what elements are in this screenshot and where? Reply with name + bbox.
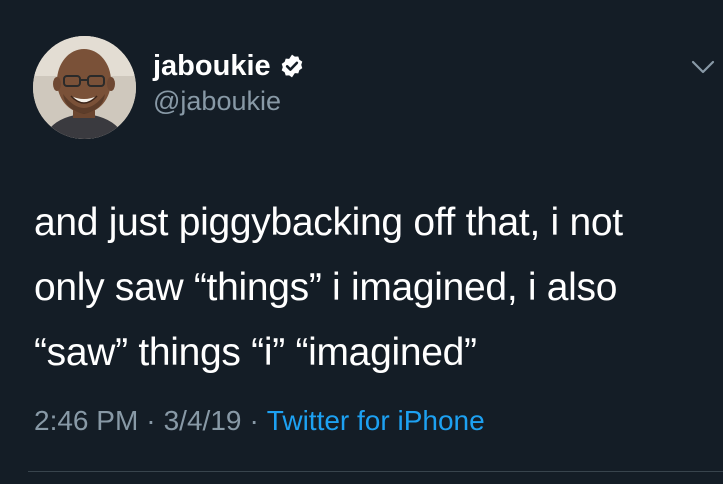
tweet-text: and just piggybacking off that, i not on… bbox=[34, 201, 623, 374]
display-name[interactable]: jaboukie bbox=[153, 50, 271, 83]
avatar-photo bbox=[33, 36, 136, 139]
chevron-down-icon[interactable] bbox=[690, 58, 716, 76]
meta-separator: · bbox=[146, 405, 156, 436]
author-handle[interactable]: @jaboukie bbox=[153, 86, 281, 117]
tweet-meta: 2:46 PM · 3/4/19 · Twitter for iPhone bbox=[34, 405, 485, 437]
tweet: jaboukie @jaboukie and just piggybacking… bbox=[0, 0, 723, 484]
divider bbox=[28, 471, 723, 472]
avatar[interactable] bbox=[33, 36, 136, 139]
verified-badge-icon bbox=[279, 53, 305, 79]
author-name-row[interactable]: jaboukie bbox=[153, 48, 305, 84]
tweet-time[interactable]: 2:46 PM bbox=[34, 405, 138, 437]
meta-separator: · bbox=[249, 405, 259, 436]
tweet-date[interactable]: 3/4/19 bbox=[164, 405, 242, 437]
tweet-source-link[interactable]: Twitter for iPhone bbox=[267, 405, 485, 437]
